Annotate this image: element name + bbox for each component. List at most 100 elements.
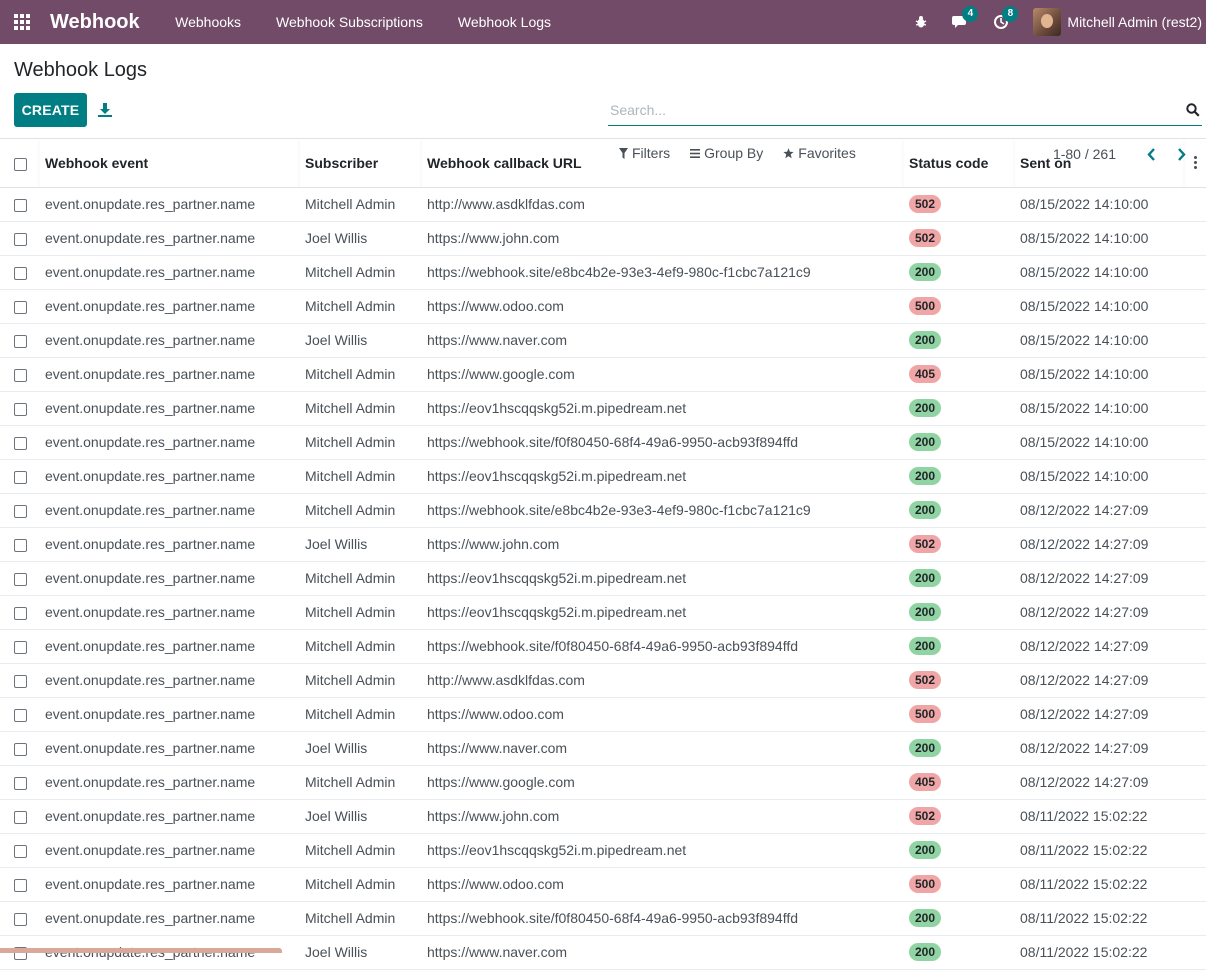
table-row[interactable]: event.onupdate.res_partner.nameMitchell … — [0, 255, 1206, 289]
menu-webhook-subscriptions[interactable]: Webhook Subscriptions — [259, 0, 441, 44]
row-checkbox[interactable] — [14, 743, 27, 756]
header-callback-url[interactable]: Webhook callback URL — [421, 139, 903, 187]
row-checkbox[interactable] — [14, 505, 27, 518]
cell-subscriber: Mitchell Admin — [299, 391, 421, 425]
row-checkbox[interactable] — [14, 573, 27, 586]
cell-callback-url: https://webhook.site/e8bc4b2e-93e3-4ef9-… — [421, 493, 903, 527]
table-row[interactable]: event.onupdate.res_partner.nameMitchell … — [0, 187, 1206, 221]
row-select-cell — [0, 799, 39, 833]
search-icon[interactable] — [1186, 103, 1200, 120]
header-status-code[interactable]: Status code — [903, 139, 1014, 187]
table-row[interactable]: event.onupdate.res_partner.nameJoel Will… — [0, 731, 1206, 765]
table-row[interactable]: event.onupdate.res_partner.nameMitchell … — [0, 697, 1206, 731]
row-checkbox[interactable] — [14, 913, 27, 926]
row-checkbox[interactable] — [14, 471, 27, 484]
status-badge: 200 — [909, 263, 941, 281]
cell-status-code: 502 — [903, 527, 1014, 561]
cell-status-code: 500 — [903, 289, 1014, 323]
cell-subscriber: Joel Willis — [299, 527, 421, 561]
apps-menu-icon[interactable] — [0, 0, 44, 44]
cell-status-code: 200 — [903, 901, 1014, 935]
cell-webhook-event: event.onupdate.res_partner.name — [39, 697, 299, 731]
cell-subscriber: Mitchell Admin — [299, 289, 421, 323]
cell-empty — [1184, 323, 1206, 357]
status-badge: 502 — [909, 229, 941, 247]
row-checkbox[interactable] — [14, 709, 27, 722]
cell-sent-on: 08/15/2022 14:10:00 — [1014, 391, 1184, 425]
row-checkbox[interactable] — [14, 777, 27, 790]
table-row[interactable]: event.onupdate.res_partner.nameMitchell … — [0, 867, 1206, 901]
user-menu[interactable]: Mitchell Admin (rest2) — [1033, 8, 1202, 36]
header-subscriber[interactable]: Subscriber — [299, 139, 421, 187]
cell-sent-on: 08/11/2022 15:02:22 — [1014, 867, 1184, 901]
row-checkbox[interactable] — [14, 335, 27, 348]
cell-empty — [1184, 357, 1206, 391]
header-webhook-event[interactable]: Webhook event — [39, 139, 299, 187]
table-row[interactable]: event.onupdate.res_partner.nameMitchell … — [0, 629, 1206, 663]
status-badge: 200 — [909, 637, 941, 655]
row-checkbox[interactable] — [14, 539, 27, 552]
search-input[interactable] — [608, 96, 1168, 124]
cell-sent-on: 08/15/2022 14:10:00 — [1014, 425, 1184, 459]
table-row[interactable]: event.onupdate.res_partner.nameMitchell … — [0, 765, 1206, 799]
header-sent-on[interactable]: Sent on — [1014, 139, 1184, 187]
menu-webhooks[interactable]: Webhooks — [158, 0, 259, 44]
optional-columns-toggle[interactable] — [1184, 139, 1206, 187]
cell-webhook-event: event.onupdate.res_partner.name — [39, 391, 299, 425]
cell-webhook-event: event.onupdate.res_partner.name — [39, 799, 299, 833]
cell-webhook-event: event.onupdate.res_partner.name — [39, 629, 299, 663]
table-row[interactable]: event.onupdate.res_partner.nameMitchell … — [0, 833, 1206, 867]
create-button[interactable]: CREATE — [14, 93, 87, 127]
table-row[interactable]: event.onupdate.res_partner.nameJoel Will… — [0, 799, 1206, 833]
row-checkbox[interactable] — [14, 233, 27, 246]
menu-webhook-logs[interactable]: Webhook Logs — [440, 0, 568, 44]
cell-callback-url: https://www.john.com — [421, 799, 903, 833]
cell-status-code: 502 — [903, 663, 1014, 697]
row-checkbox[interactable] — [14, 403, 27, 416]
table-row[interactable]: event.onupdate.res_partner.nameJoel Will… — [0, 221, 1206, 255]
main-menu: Webhooks Webhook Subscriptions Webhook L… — [158, 0, 569, 44]
table-row[interactable]: event.onupdate.res_partner.nameMitchell … — [0, 459, 1206, 493]
debug-bug-icon[interactable] — [901, 0, 941, 44]
cell-sent-on: 08/15/2022 14:10:00 — [1014, 187, 1184, 221]
activities-clock-icon[interactable]: 8 — [981, 0, 1021, 44]
row-checkbox[interactable] — [14, 845, 27, 858]
table-row[interactable]: event.onupdate.res_partner.nameMitchell … — [0, 595, 1206, 629]
table-row[interactable]: event.onupdate.res_partner.nameJoel Will… — [0, 323, 1206, 357]
row-checkbox[interactable] — [14, 301, 27, 314]
select-all-checkbox[interactable] — [14, 158, 27, 171]
table-row[interactable]: event.onupdate.res_partner.nameMitchell … — [0, 289, 1206, 323]
status-badge: 200 — [909, 841, 941, 859]
row-checkbox[interactable] — [14, 199, 27, 212]
app-brand[interactable]: Webhook — [50, 11, 140, 34]
cell-empty — [1184, 221, 1206, 255]
table-row[interactable]: event.onupdate.res_partner.nameMitchell … — [0, 901, 1206, 935]
row-checkbox[interactable] — [14, 607, 27, 620]
table-row[interactable]: event.onupdate.res_partner.nameMitchell … — [0, 561, 1206, 595]
row-checkbox[interactable] — [14, 879, 27, 892]
cell-sent-on: 08/12/2022 14:27:09 — [1014, 629, 1184, 663]
table-row[interactable]: event.onupdate.res_partner.nameJoel Will… — [0, 527, 1206, 561]
table-row[interactable]: event.onupdate.res_partner.nameMitchell … — [0, 391, 1206, 425]
row-checkbox[interactable] — [14, 369, 27, 382]
cell-webhook-event: event.onupdate.res_partner.name — [39, 663, 299, 697]
cell-webhook-event: event.onupdate.res_partner.name — [39, 493, 299, 527]
search-bar — [608, 96, 1202, 126]
table-row[interactable]: event.onupdate.res_partner.nameMitchell … — [0, 663, 1206, 697]
row-checkbox[interactable] — [14, 437, 27, 450]
cell-webhook-event: event.onupdate.res_partner.name — [39, 459, 299, 493]
cell-sent-on: 08/15/2022 14:10:00 — [1014, 357, 1184, 391]
row-checkbox[interactable] — [14, 811, 27, 824]
table-row[interactable]: event.onupdate.res_partner.nameMitchell … — [0, 493, 1206, 527]
messages-icon[interactable]: 4 — [941, 0, 981, 44]
cell-webhook-event: event.onupdate.res_partner.name — [39, 867, 299, 901]
table-row[interactable]: event.onupdate.res_partner.nameMitchell … — [0, 425, 1206, 459]
row-checkbox[interactable] — [14, 675, 27, 688]
row-checkbox[interactable] — [14, 641, 27, 654]
cell-callback-url: https://webhook.site/f0f80450-68f4-49a6-… — [421, 425, 903, 459]
table-row[interactable]: event.onupdate.res_partner.nameMitchell … — [0, 357, 1206, 391]
download-icon[interactable] — [97, 102, 113, 118]
cell-status-code: 200 — [903, 629, 1014, 663]
row-checkbox[interactable] — [14, 267, 27, 280]
cell-status-code: 200 — [903, 833, 1014, 867]
